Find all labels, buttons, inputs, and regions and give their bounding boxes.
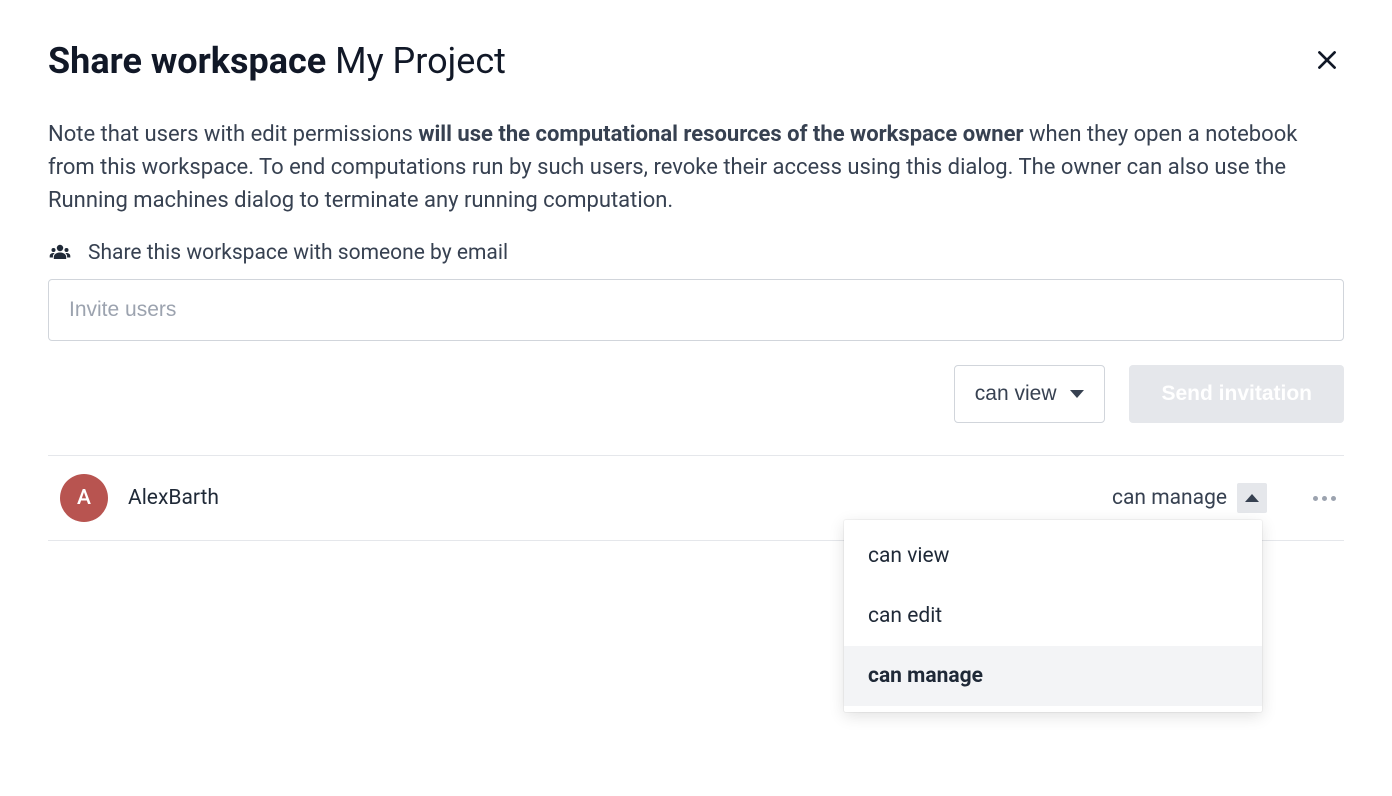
- dropdown-option-can-view[interactable]: can view: [844, 526, 1262, 586]
- user-name: AlexBarth: [128, 486, 1106, 510]
- caret-up-container: [1237, 483, 1267, 513]
- user-row: A AlexBarth can manage can view can edit…: [48, 456, 1344, 540]
- workspace-name: My Project: [335, 40, 506, 82]
- invite-permission-label: can view: [975, 382, 1057, 406]
- share-label-row: Share this workspace with someone by ema…: [48, 241, 1344, 265]
- invite-users-input[interactable]: [48, 279, 1344, 341]
- permissions-note: Note that users with edit permissions wi…: [48, 118, 1344, 217]
- permission-dropdown: can view can edit can manage: [844, 520, 1262, 712]
- user-permission-label: can manage: [1112, 486, 1227, 510]
- people-icon: [48, 241, 72, 265]
- send-invitation-button[interactable]: Send invitation: [1129, 365, 1344, 423]
- dialog-header: Share workspace My Project: [48, 40, 1344, 82]
- caret-down-icon: [1070, 390, 1084, 398]
- share-label: Share this workspace with someone by ema…: [88, 241, 508, 265]
- dots-icon: [1313, 496, 1318, 501]
- close-icon: [1314, 47, 1340, 73]
- caret-up-icon: [1245, 494, 1259, 502]
- dialog-title: Share workspace My Project: [48, 40, 506, 82]
- title-prefix: Share workspace: [48, 40, 326, 82]
- close-button[interactable]: [1310, 43, 1344, 80]
- more-options-button[interactable]: [1305, 488, 1344, 509]
- dropdown-option-can-edit[interactable]: can edit: [844, 586, 1262, 646]
- avatar: A: [60, 474, 108, 522]
- user-permission-select[interactable]: can manage: [1106, 479, 1273, 517]
- dropdown-option-can-manage[interactable]: can manage: [844, 646, 1262, 706]
- invite-controls: can view Send invitation: [48, 365, 1344, 423]
- invite-permission-select[interactable]: can view: [954, 365, 1106, 423]
